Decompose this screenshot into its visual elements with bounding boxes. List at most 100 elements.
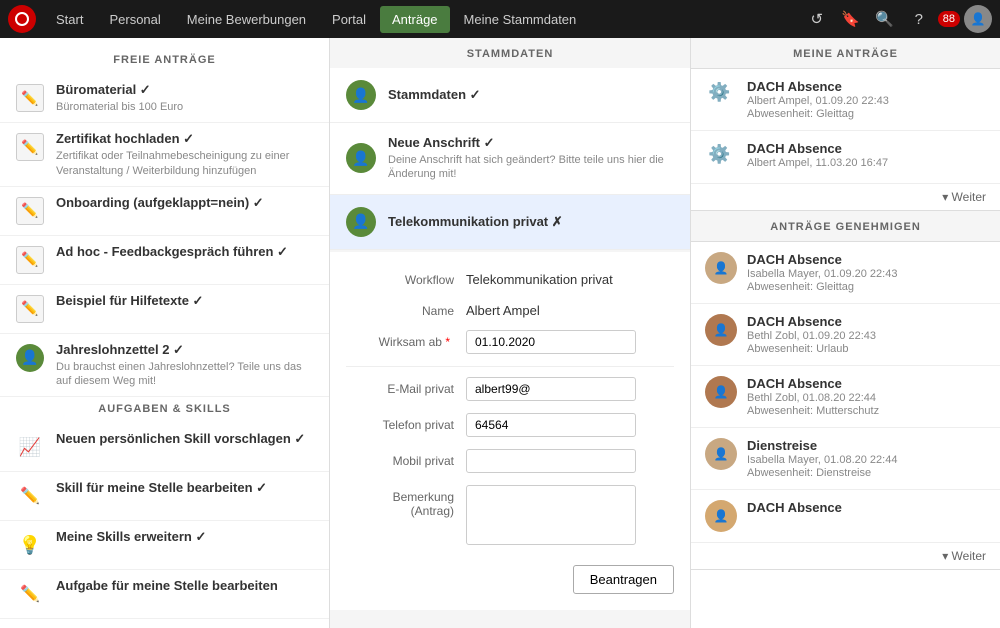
- person-icon: 👤: [16, 344, 44, 372]
- notification-badge[interactable]: 88: [938, 11, 960, 27]
- main-layout: FREIE ANTRÄGE ✏️ Büromaterial ✓ Büromate…: [0, 38, 1000, 628]
- nav-antraege[interactable]: Anträge: [380, 6, 450, 33]
- right-item-title: DACH Absence: [747, 252, 897, 267]
- meine-item-1[interactable]: ⚙️ DACH Absence Albert Ampel, 01.09.20 2…: [691, 69, 1000, 131]
- lightbulb-icon: 💡: [16, 531, 44, 559]
- form-row-email: E-Mail privat: [346, 377, 674, 401]
- form-row-wirksam: Wirksam ab *: [346, 330, 674, 354]
- stammdaten-item-telekommunikation[interactable]: 👤 Telekommunikation privat ✗: [330, 195, 690, 250]
- right-panel: MEINE ANTRÄGE ⚙️ DACH Absence Albert Amp…: [690, 38, 1000, 628]
- weiter2-link[interactable]: ▾ Weiter: [691, 543, 1000, 570]
- name-value: Albert Ampel: [466, 299, 540, 318]
- right-item-title: DACH Absence: [747, 314, 876, 329]
- list-item[interactable]: ✏️ Ad hoc - Feedbackgespräch führen ✓: [0, 236, 329, 285]
- genehmigen-item-3[interactable]: 👤 DACH Absence Bethl Zobl, 01.08.20 22:4…: [691, 366, 1000, 428]
- email-input[interactable]: [466, 377, 636, 401]
- item-title: Ad hoc - Feedbackgespräch führen ✓: [56, 244, 315, 260]
- logo[interactable]: [8, 5, 36, 33]
- workflow-label: Workflow: [346, 268, 466, 287]
- right-item-sub1: Isabella Mayer, 01.09.20 22:43: [747, 268, 897, 280]
- item-title: Beispiel für Hilfetexte ✓: [56, 293, 315, 309]
- meine-antraege-header: MEINE ANTRÄGE: [691, 38, 1000, 69]
- right-item-sub1: Albert Ampel, 11.03.20 16:47: [747, 157, 888, 169]
- item-subtitle: Büromaterial bis 100 Euro: [56, 100, 315, 114]
- genehmigen-item-1[interactable]: 👤 DACH Absence Isabella Mayer, 01.09.20 …: [691, 242, 1000, 304]
- history-icon[interactable]: ↺: [802, 4, 832, 34]
- list-item[interactable]: ✏️ Aufgabe für meine Stelle bearbeiten: [0, 570, 329, 619]
- left-panel: FREIE ANTRÄGE ✏️ Büromaterial ✓ Büromate…: [0, 38, 330, 628]
- item-title: Jahreslohnzettel 2 ✓: [56, 342, 315, 358]
- list-item[interactable]: 👤 Jahreslohnzettel 2 ✓ Du brauchst einen…: [0, 334, 329, 398]
- right-item-sub2: Abwesenheit: Gleittag: [747, 108, 889, 120]
- list-item[interactable]: ✏️ Skill für meine Stelle bearbeiten ✓: [0, 472, 329, 521]
- help-icon[interactable]: ?: [904, 4, 934, 34]
- avatar[interactable]: 👤: [964, 5, 992, 33]
- stamm-subtitle: Deine Anschrift hat sich geändert? Bitte…: [388, 153, 674, 182]
- avatar: 👤: [705, 376, 737, 408]
- meine-antraege-section: MEINE ANTRÄGE ⚙️ DACH Absence Albert Amp…: [691, 38, 1000, 211]
- bemerkung-textarea[interactable]: [466, 485, 636, 545]
- genehmigen-section: ANTRÄGE GENEHMIGEN 👤 DACH Absence Isabel…: [691, 211, 1000, 570]
- person-icon: 👤: [346, 143, 376, 173]
- wirksam-input[interactable]: [466, 330, 636, 354]
- right-item-sub1: Bethl Zobl, 01.09.20 22:43: [747, 330, 876, 342]
- nav-start[interactable]: Start: [44, 6, 95, 33]
- required-star: *: [445, 335, 450, 349]
- workflow-value: Telekommunikation privat: [466, 268, 613, 287]
- right-item-title: DACH Absence: [747, 376, 879, 391]
- list-item[interactable]: 💡 Meine Skills erweitern ✓: [0, 521, 329, 570]
- stammdaten-item-stammdaten[interactable]: 👤 Stammdaten ✓: [330, 68, 690, 123]
- nav-bewerbungen[interactable]: Meine Bewerbungen: [175, 6, 318, 33]
- nav-personal[interactable]: Personal: [97, 6, 172, 33]
- stamm-title: Stammdaten ✓: [388, 87, 481, 103]
- list-item[interactable]: ✏️ Onboarding (aufgeklappt=nein) ✓: [0, 187, 329, 236]
- form-row-mobil: Mobil privat: [346, 449, 674, 473]
- telefon-label: Telefon privat: [346, 413, 466, 432]
- item-subtitle: Zertifikat oder Teilnahmebescheinigung z…: [56, 149, 315, 178]
- edit-icon: ✏️: [16, 84, 44, 112]
- stammdaten-item-anschrift[interactable]: 👤 Neue Anschrift ✓ Deine Anschrift hat s…: [330, 123, 690, 195]
- edit-icon: ✏️: [16, 133, 44, 161]
- list-item[interactable]: ✏️ Zertifikat hochladen ✓ Zertifikat ode…: [0, 123, 329, 187]
- meine-item-2[interactable]: ⚙️ DACH Absence Albert Ampel, 11.03.20 1…: [691, 131, 1000, 184]
- freie-antraege-header: FREIE ANTRÄGE: [0, 48, 329, 74]
- genehmigen-item-4[interactable]: 👤 Dienstreise Isabella Mayer, 01.08.20 2…: [691, 428, 1000, 490]
- right-item-sub2: Abwesenheit: Mutterschutz: [747, 405, 879, 417]
- nav-stammdaten[interactable]: Meine Stammdaten: [452, 6, 589, 33]
- form-row-workflow: Workflow Telekommunikation privat: [346, 268, 674, 287]
- edit-icon: ✏️: [16, 295, 44, 323]
- person-icon: 👤: [346, 207, 376, 237]
- mobil-input[interactable]: [466, 449, 636, 473]
- right-item-title: Dienstreise: [747, 438, 897, 453]
- gear-icon: ⚙️: [708, 144, 734, 170]
- list-item[interactable]: 📈 Neuen persönlichen Skill vorschlagen ✓: [0, 423, 329, 472]
- stammdaten-header: STAMMDATEN: [330, 38, 690, 68]
- item-title: Meine Skills erweitern ✓: [56, 529, 315, 545]
- form-row-telefon: Telefon privat: [346, 413, 674, 437]
- avatar: 👤: [705, 252, 737, 284]
- item-title: Neuen persönlichen Skill vorschlagen ✓: [56, 431, 315, 447]
- bookmark-icon[interactable]: 🔖: [836, 4, 866, 34]
- telefon-input[interactable]: [466, 413, 636, 437]
- pencil-icon: ✏️: [16, 580, 44, 608]
- name-label: Name: [346, 299, 466, 318]
- nav-portal[interactable]: Portal: [320, 6, 378, 33]
- list-item[interactable]: ✏️ Beispiel für Hilfetexte ✓: [0, 285, 329, 334]
- right-item-title: DACH Absence: [747, 500, 842, 515]
- item-title: Büromaterial ✓: [56, 82, 315, 98]
- genehmigen-header: ANTRÄGE GENEHMIGEN: [691, 211, 1000, 242]
- form-row-bemerkung: Bemerkung (Antrag): [346, 485, 674, 545]
- avatar: 👤: [705, 438, 737, 470]
- right-item-sub1: Bethl Zobl, 01.08.20 22:44: [747, 392, 879, 404]
- stamm-title: Telekommunikation privat ✗: [388, 214, 563, 230]
- genehmigen-item-2[interactable]: 👤 DACH Absence Bethl Zobl, 01.09.20 22:4…: [691, 304, 1000, 366]
- item-title: Aufgabe für meine Stelle bearbeiten: [56, 578, 315, 593]
- genehmigen-item-5[interactable]: 👤 DACH Absence: [691, 490, 1000, 543]
- edit-icon: ✏️: [16, 246, 44, 274]
- weiter-link[interactable]: ▾ Weiter: [691, 184, 1000, 211]
- person-icon: 👤: [346, 80, 376, 110]
- list-item[interactable]: ✏️ Büromaterial ✓ Büromaterial bis 100 E…: [0, 74, 329, 123]
- beantragen-button[interactable]: Beantragen: [573, 565, 674, 594]
- search-icon[interactable]: 🔍: [870, 4, 900, 34]
- aufgaben-header: AUFGABEN & SKILLS: [0, 397, 329, 423]
